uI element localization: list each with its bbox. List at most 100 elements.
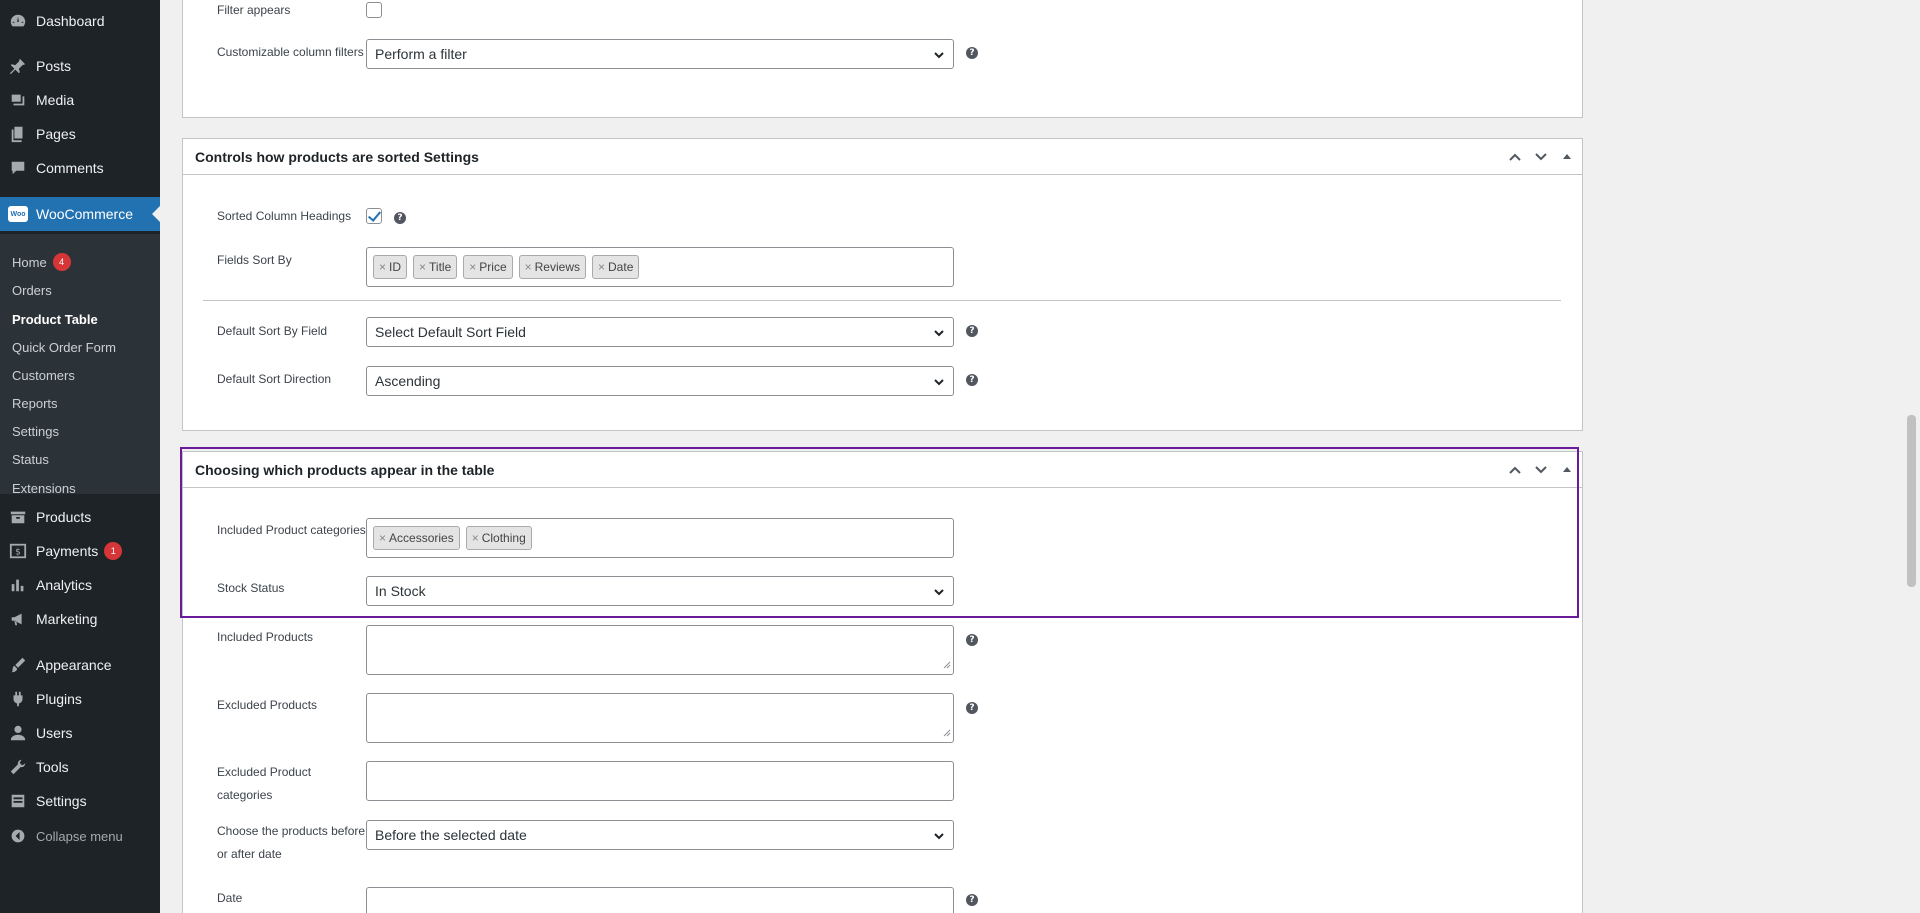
menu-marketing[interactable]: Marketing — [0, 602, 160, 636]
remove-tag-icon[interactable]: × — [598, 260, 605, 274]
tag-accessories[interactable]: × Accessories — [373, 526, 460, 550]
menu-analytics[interactable]: Analytics — [0, 568, 160, 602]
submenu-settings[interactable]: Settings — [12, 421, 59, 441]
default-sort-dir-select[interactable]: Ascending — [366, 366, 954, 396]
help-icon[interactable]: ? — [966, 47, 978, 59]
menu-users-label: Users — [36, 725, 73, 741]
excluded-products-textarea[interactable] — [366, 693, 954, 743]
help-icon[interactable]: ? — [966, 325, 978, 337]
menu-dashboard[interactable]: Dashboard — [0, 4, 160, 38]
help-icon[interactable]: ? — [966, 374, 978, 386]
menu-media[interactable]: Media — [0, 83, 160, 117]
custom-filters-select[interactable]: Perform a filter — [366, 39, 954, 69]
submenu-product-table[interactable]: Product Table — [12, 309, 98, 329]
menu-settings[interactable]: Settings — [0, 784, 160, 818]
submenu-home[interactable]: Home 4 — [12, 252, 71, 272]
submenu-extensions[interactable]: Extensions — [12, 478, 76, 498]
menu-comments[interactable]: Comments — [0, 151, 160, 185]
help-icon[interactable]: ? — [966, 894, 978, 906]
menu-woocommerce-label: WooCommerce — [36, 206, 133, 222]
menu-posts[interactable]: Posts — [0, 49, 160, 83]
resize-grip-icon[interactable] — [943, 657, 951, 672]
menu-pages[interactable]: Pages — [0, 117, 160, 151]
custom-filters-value: Perform a filter — [375, 46, 467, 62]
sort-settings-panel: Controls how products are sorted Setting… — [182, 138, 1583, 431]
menu-woocommerce[interactable]: Woo WooCommerce — [0, 197, 160, 231]
stock-status-value: In Stock — [375, 583, 426, 599]
chevron-down-icon — [933, 375, 945, 391]
help-icon[interactable]: ? — [394, 212, 406, 224]
date-input[interactable] — [366, 887, 954, 913]
included-categories-multiselect[interactable]: × Accessories × Clothing — [366, 518, 954, 558]
menu-posts-label: Posts — [36, 58, 72, 74]
help-icon[interactable]: ? — [966, 702, 978, 714]
remove-tag-icon[interactable]: × — [419, 260, 426, 274]
excluded-categories-label: Excluded Product categories — [217, 765, 312, 802]
chevron-down-icon — [933, 585, 945, 601]
included-categories-label: Included Product categories — [217, 523, 366, 537]
woocommerce-submenu: Home 4 Orders Product Table Quick Order F… — [0, 234, 160, 496]
toggle-panel-icon[interactable] — [1558, 461, 1576, 479]
included-products-textarea[interactable] — [366, 625, 954, 675]
remove-tag-icon[interactable]: × — [379, 260, 386, 274]
help-icon[interactable]: ? — [966, 634, 978, 646]
tag-price[interactable]: × Price — [463, 255, 513, 279]
menu-tools[interactable]: Tools — [0, 750, 160, 784]
collapse-menu-button[interactable]: Collapse menu — [0, 819, 160, 853]
menu-settings-label: Settings — [36, 793, 87, 809]
svg-text:$: $ — [15, 548, 21, 558]
tag-clothing[interactable]: × Clothing — [465, 526, 532, 550]
archive-icon — [0, 508, 36, 526]
remove-tag-icon[interactable]: × — [472, 531, 479, 545]
sort-panel-header[interactable]: Controls how products are sorted Setting… — [183, 139, 1582, 175]
remove-tag-icon[interactable]: × — [469, 260, 476, 274]
comment-icon — [0, 159, 36, 177]
sort-panel-controls — [1506, 139, 1576, 175]
scrollbar-thumb[interactable] — [1907, 415, 1916, 587]
move-up-icon[interactable] — [1506, 461, 1524, 479]
menu-users[interactable]: Users — [0, 716, 160, 750]
tag-date[interactable]: × Date — [592, 255, 640, 279]
tag-id[interactable]: × ID — [373, 255, 408, 279]
user-icon — [0, 724, 36, 742]
tag-title[interactable]: × Title — [413, 255, 458, 279]
settings-icon — [0, 792, 36, 810]
toggle-panel-icon[interactable] — [1558, 148, 1576, 166]
before-after-select[interactable]: Before the selected date — [366, 820, 954, 850]
menu-payments[interactable]: $ Payments 1 — [0, 534, 160, 568]
woocommerce-icon: Woo — [0, 206, 36, 222]
submenu-reports[interactable]: Reports — [12, 393, 58, 413]
filter-appears-checkbox[interactable] — [366, 2, 382, 18]
submenu-customers[interactable]: Customers — [12, 365, 75, 385]
move-up-icon[interactable] — [1506, 148, 1524, 166]
menu-tools-label: Tools — [36, 759, 69, 775]
page-scrollbar[interactable] — [1903, 0, 1920, 913]
section-divider — [203, 300, 1561, 301]
tag-reviews[interactable]: × Reviews — [518, 255, 586, 279]
move-down-icon[interactable] — [1532, 461, 1550, 479]
megaphone-icon — [0, 610, 36, 628]
resize-grip-icon[interactable] — [943, 725, 951, 740]
choose-panel-header[interactable]: Choosing which products appear in the ta… — [183, 452, 1582, 488]
menu-plugins[interactable]: Plugins — [0, 682, 160, 716]
remove-tag-icon[interactable]: × — [525, 260, 532, 274]
excluded-categories-multiselect[interactable] — [366, 761, 954, 801]
move-down-icon[interactable] — [1532, 148, 1550, 166]
fields-sort-by-multiselect[interactable]: × ID × Title × Price × Reviews × Date — [366, 247, 954, 287]
submenu-quick-order-form[interactable]: Quick Order Form — [12, 337, 116, 357]
submenu-orders[interactable]: Orders — [12, 280, 52, 300]
menu-appearance[interactable]: Appearance — [0, 648, 160, 682]
submenu-status[interactable]: Status — [12, 449, 49, 469]
stock-status-select[interactable]: In Stock — [366, 576, 954, 606]
default-sort-field-select[interactable]: Select Default Sort Field — [366, 317, 954, 347]
menu-pages-label: Pages — [36, 126, 76, 142]
filter-appears-label: Filter appears — [217, 3, 291, 17]
menu-products[interactable]: Products — [0, 500, 160, 534]
dashboard-icon — [0, 12, 36, 30]
media-icon — [0, 91, 36, 109]
payments-count-badge: 1 — [104, 542, 123, 560]
fields-sort-by-label: Fields Sort By — [217, 253, 292, 267]
sorted-headings-checkbox[interactable] — [366, 208, 382, 224]
remove-tag-icon[interactable]: × — [379, 531, 386, 545]
before-after-value: Before the selected date — [375, 827, 527, 843]
